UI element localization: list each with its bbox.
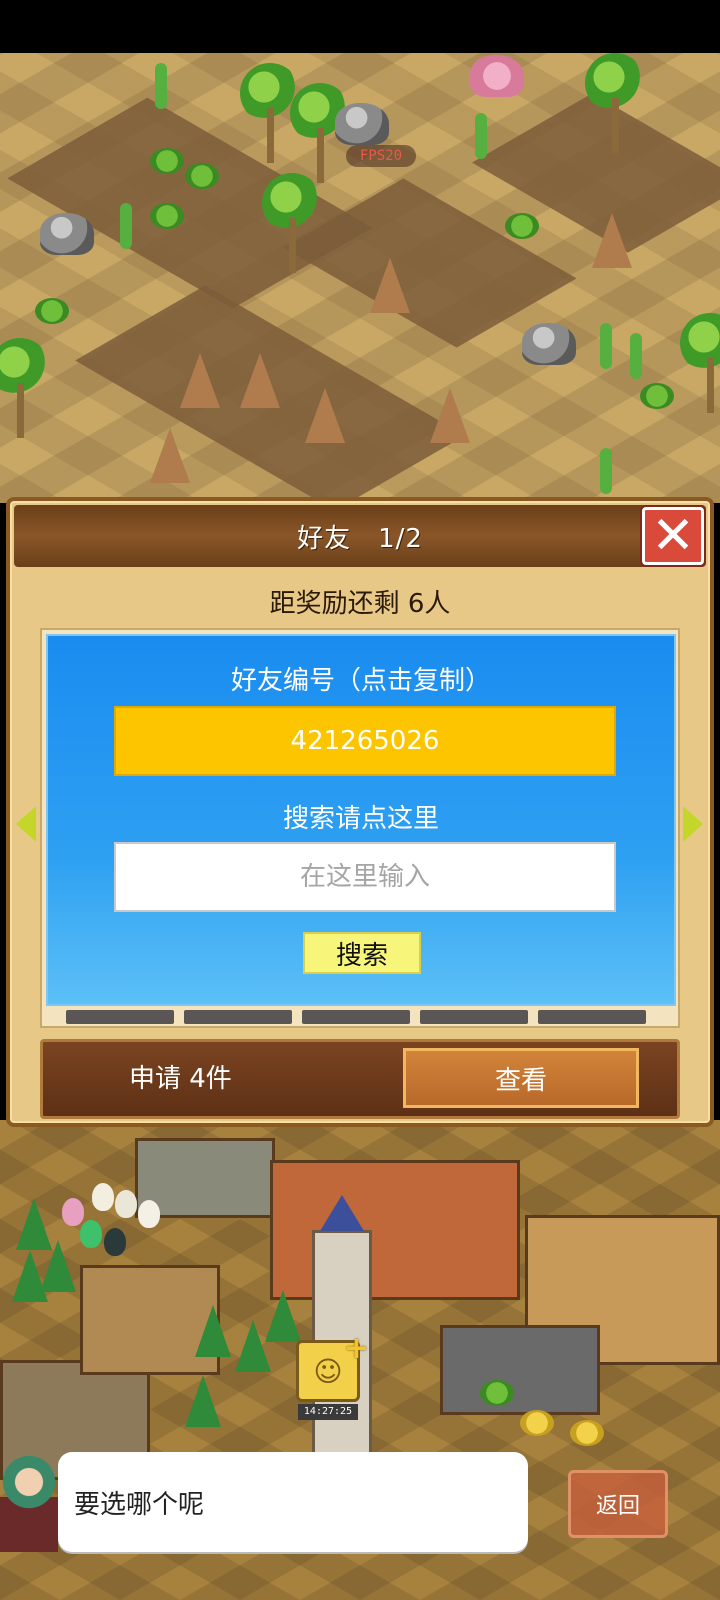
page-tab[interactable] <box>66 1010 174 1024</box>
search-button-label: 搜索 <box>335 940 388 971</box>
search-caption: 搜索请点这里 <box>282 804 439 834</box>
friend-code-panel: 好友编号（点击复制） 421265026 搜索请点这里 搜索 <box>46 634 676 1006</box>
reward-remaining-text: 距奖励还剩 6人 <box>269 589 451 619</box>
page-tab[interactable] <box>302 1010 410 1024</box>
fps-counter: FPS20 <box>346 145 416 167</box>
page-tab[interactable] <box>538 1010 646 1024</box>
page-tab[interactable] <box>420 1010 528 1024</box>
back-button[interactable]: 返回 <box>568 1470 668 1538</box>
content-frame: 好友编号（点击复制） 421265026 搜索请点这里 搜索 <box>40 628 680 1028</box>
status-bar <box>0 0 720 53</box>
close-button[interactable]: ✕ <box>642 507 704 565</box>
friends-dialog: 好友 1/2 ✕ 距奖励还剩 6人 好友编号（点击复制） 421265026 搜… <box>6 497 714 1127</box>
plus-icon: + <box>343 1331 369 1366</box>
speech-text: 要选哪个呢 <box>74 1489 205 1520</box>
close-icon: ✕ <box>651 506 695 566</box>
back-button-label: 返回 <box>595 1494 640 1519</box>
page-tabs <box>66 1010 646 1024</box>
view-button-label: 查看 <box>494 1065 547 1096</box>
advisor-avatar <box>0 1452 58 1552</box>
chevron-right-icon[interactable] <box>683 806 703 842</box>
view-requests-button[interactable]: 查看 <box>403 1048 639 1108</box>
friend-requests-bar: 申请 4件 查看 <box>40 1039 680 1119</box>
speech-bubble: 要选哪个呢 <box>58 1452 528 1552</box>
friends-icon: ☺ <box>313 1354 343 1388</box>
friend-id-copy-button[interactable]: 421265026 <box>114 706 616 776</box>
page-tab[interactable] <box>184 1010 292 1024</box>
search-button[interactable]: 搜索 <box>303 932 421 974</box>
building-timer: 14:27:25 <box>298 1404 358 1420</box>
requests-count: 申请 4件 <box>129 1064 232 1094</box>
friend-id-caption: 好友编号（点击复制） <box>230 666 491 696</box>
friend-search-input[interactable] <box>114 842 616 912</box>
friends-add-icon[interactable]: ☺ + <box>296 1331 369 1402</box>
dialog-header: 好友 1/2 ✕ <box>14 505 706 567</box>
friend-id-value: 421265026 <box>290 726 440 756</box>
chevron-left-icon[interactable] <box>16 806 36 842</box>
dialog-title: 好友 1/2 <box>297 523 423 554</box>
game-map-top[interactable] <box>0 53 720 503</box>
